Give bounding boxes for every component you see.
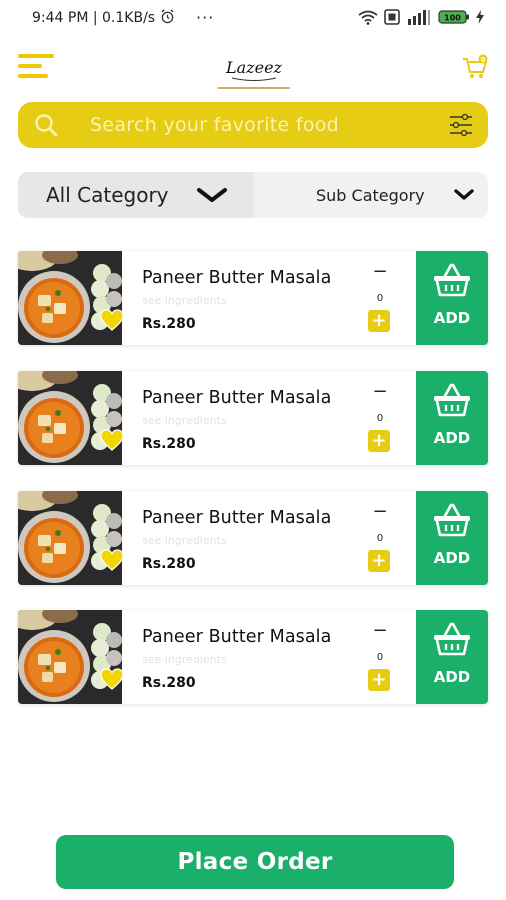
status-time: 9:44 PM | 0.1KB/s: [32, 10, 156, 26]
product-name: Paneer Butter Masala: [142, 268, 332, 288]
add-to-basket-button[interactable]: ADD: [416, 610, 488, 704]
quantity-value: 0: [376, 413, 384, 424]
product-card[interactable]: Paneer Butter Masala see ingredients Rs.28…: [18, 371, 488, 465]
see-ingredients-link[interactable]: see ingredients: [142, 534, 227, 547]
all-category-label: All Category: [46, 183, 169, 207]
product-name: Paneer Butter Masala: [142, 388, 332, 408]
alarm-icon: [161, 9, 174, 24]
basket-icon: [434, 263, 470, 297]
signal-icon: [408, 10, 430, 25]
product-card[interactable]: Paneer Butter Masala see ingredients Rs.28…: [18, 491, 488, 585]
category-selector: All Category Sub Category: [18, 172, 488, 218]
search-bar[interactable]: Search your favorite food: [18, 102, 488, 148]
increase-quantity-button[interactable]: +: [368, 430, 390, 452]
product-card[interactable]: Paneer Butter Masala see ingredients Rs.28…: [18, 251, 488, 345]
see-ingredients-link[interactable]: see ingredients: [142, 414, 227, 427]
add-label: ADD: [433, 429, 471, 447]
add-label: ADD: [433, 549, 471, 567]
decrease-quantity-button[interactable]: −: [372, 503, 388, 521]
add-to-basket-button[interactable]: ADD: [416, 251, 488, 345]
battery-level: 100: [444, 14, 461, 23]
decrease-quantity-button[interactable]: −: [372, 383, 388, 401]
quantity-value: 0: [376, 652, 384, 663]
place-order-button[interactable]: Place Order: [56, 835, 454, 889]
heart-icon[interactable]: [100, 668, 124, 690]
chevron-down-icon: [197, 188, 227, 202]
more-notifications-icon: ···: [196, 8, 215, 27]
decrease-quantity-button[interactable]: −: [372, 263, 388, 281]
svg-text:0: 0: [481, 56, 486, 64]
increase-quantity-button[interactable]: +: [368, 550, 390, 572]
product-name: Paneer Butter Masala: [142, 627, 332, 647]
product-name: Paneer Butter Masala: [142, 508, 332, 528]
data-saver-icon: [384, 9, 400, 25]
see-ingredients-link[interactable]: see ingredients: [142, 653, 227, 666]
quantity-value: 0: [376, 533, 384, 544]
restaurant-logo: Lazeez: [218, 58, 290, 89]
search-input[interactable]: Search your favorite food: [90, 114, 339, 136]
product-price: Rs.280: [142, 556, 196, 572]
product-price: Rs.280: [142, 316, 196, 332]
basket-icon: [434, 503, 470, 537]
svg-text:Lazeez: Lazeez: [225, 58, 283, 77]
chevron-down-icon: [454, 189, 474, 200]
see-ingredients-link[interactable]: see ingredients: [142, 294, 227, 307]
product-price: Rs.280: [142, 675, 196, 691]
heart-icon[interactable]: [100, 429, 124, 451]
sub-category-label: Sub Category: [316, 186, 425, 205]
status-bar: 9:44 PM | 0.1KB/s ··· 100: [0, 0, 506, 36]
product-price: Rs.280: [142, 436, 196, 452]
all-category-dropdown[interactable]: All Category: [18, 172, 254, 218]
menu-icon[interactable]: [18, 54, 54, 78]
basket-icon: [434, 622, 470, 656]
cart-icon[interactable]: 0: [462, 54, 488, 80]
add-to-basket-button[interactable]: ADD: [416, 491, 488, 585]
charging-icon: [476, 10, 484, 24]
heart-icon[interactable]: [100, 309, 124, 331]
battery-icon: 100: [438, 10, 469, 24]
search-icon: [35, 114, 58, 137]
quantity-value: 0: [376, 293, 384, 304]
decrease-quantity-button[interactable]: −: [372, 622, 388, 640]
add-to-basket-button[interactable]: ADD: [416, 371, 488, 465]
increase-quantity-button[interactable]: +: [368, 310, 390, 332]
sub-category-dropdown[interactable]: Sub Category: [254, 172, 488, 218]
basket-icon: [434, 383, 470, 417]
filter-icon[interactable]: [448, 112, 474, 138]
add-label: ADD: [433, 309, 471, 327]
wifi-icon: [358, 10, 378, 25]
add-label: ADD: [433, 668, 471, 686]
product-card[interactable]: Paneer Butter Masala see ingredients Rs.28…: [18, 610, 488, 704]
heart-icon[interactable]: [100, 549, 124, 571]
increase-quantity-button[interactable]: +: [368, 669, 390, 691]
